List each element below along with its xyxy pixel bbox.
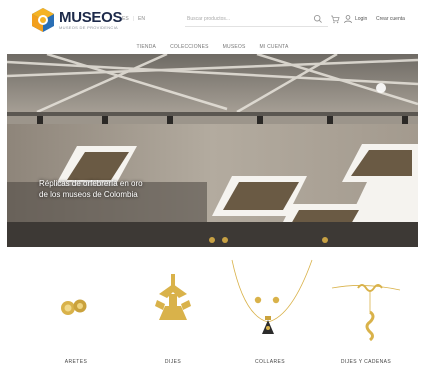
search-input[interactable] bbox=[185, 12, 328, 27]
logo-mark-icon bbox=[32, 8, 54, 32]
product-category-grid: ARETES DIJES COLLARES DIJES Y CADENAS bbox=[0, 254, 425, 386]
site-header: MUSEOS MUSEOS DE PROVIDENCIA ES | EN Log… bbox=[0, 0, 425, 40]
pendant-icon bbox=[155, 274, 191, 320]
nav-item-mi-cuenta[interactable]: MI CUENTA bbox=[260, 44, 289, 50]
lang-separator: | bbox=[132, 16, 134, 22]
search-icon[interactable] bbox=[313, 14, 323, 24]
register-link[interactable]: Crear cuenta bbox=[376, 16, 405, 22]
category-label-aretes: ARETES bbox=[64, 359, 88, 365]
category-label-dijes: DIJES bbox=[164, 359, 182, 365]
brand-subtitle: MUSEOS DE PROVIDENCIA bbox=[59, 25, 118, 30]
hero-image bbox=[7, 54, 418, 247]
main-nav: TIENDA COLECCIONES MUSEOS MI CUENTA bbox=[0, 40, 425, 54]
hero-caption-line-1: Réplicas de orfebrería en oro bbox=[39, 179, 143, 188]
category-card-aretes[interactable]: ARETES bbox=[28, 254, 124, 379]
earrings-icon bbox=[61, 299, 87, 315]
nav-item-tienda[interactable]: TIENDA bbox=[137, 44, 157, 50]
hero-caption-line-2: de los museos de Colombia bbox=[39, 190, 138, 199]
category-label-collares: COLLARES bbox=[255, 359, 285, 365]
necklace-icon bbox=[231, 259, 313, 334]
category-label-dijes-y-cadenas: DIJES Y CADENAS bbox=[340, 359, 392, 365]
nav-item-museos[interactable]: MUSEOS bbox=[223, 44, 246, 50]
category-card-dijes[interactable]: DIJES bbox=[125, 254, 221, 379]
hero-banner[interactable]: Réplicas de orfebrería en oro de los mus… bbox=[7, 54, 418, 247]
brand-logo[interactable]: MUSEOS MUSEOS DE PROVIDENCIA bbox=[30, 6, 123, 34]
login-link[interactable]: Login bbox=[355, 16, 367, 22]
category-card-collares[interactable]: COLLARES bbox=[222, 254, 318, 379]
chain-pendant-icon bbox=[331, 284, 401, 342]
category-card-dijes-y-cadenas[interactable]: DIJES Y CADENAS bbox=[318, 254, 414, 379]
lang-en-link[interactable]: EN bbox=[138, 16, 145, 22]
hero-caption: Réplicas de orfebrería en oro de los mus… bbox=[39, 178, 189, 200]
language-switcher: ES | EN bbox=[122, 16, 145, 22]
cart-icon[interactable] bbox=[330, 14, 340, 24]
lang-es-link[interactable]: ES bbox=[122, 16, 129, 22]
nav-item-colecciones[interactable]: COLECCIONES bbox=[170, 44, 209, 50]
user-icon[interactable] bbox=[343, 14, 353, 24]
brand-name: MUSEOS bbox=[59, 9, 123, 26]
